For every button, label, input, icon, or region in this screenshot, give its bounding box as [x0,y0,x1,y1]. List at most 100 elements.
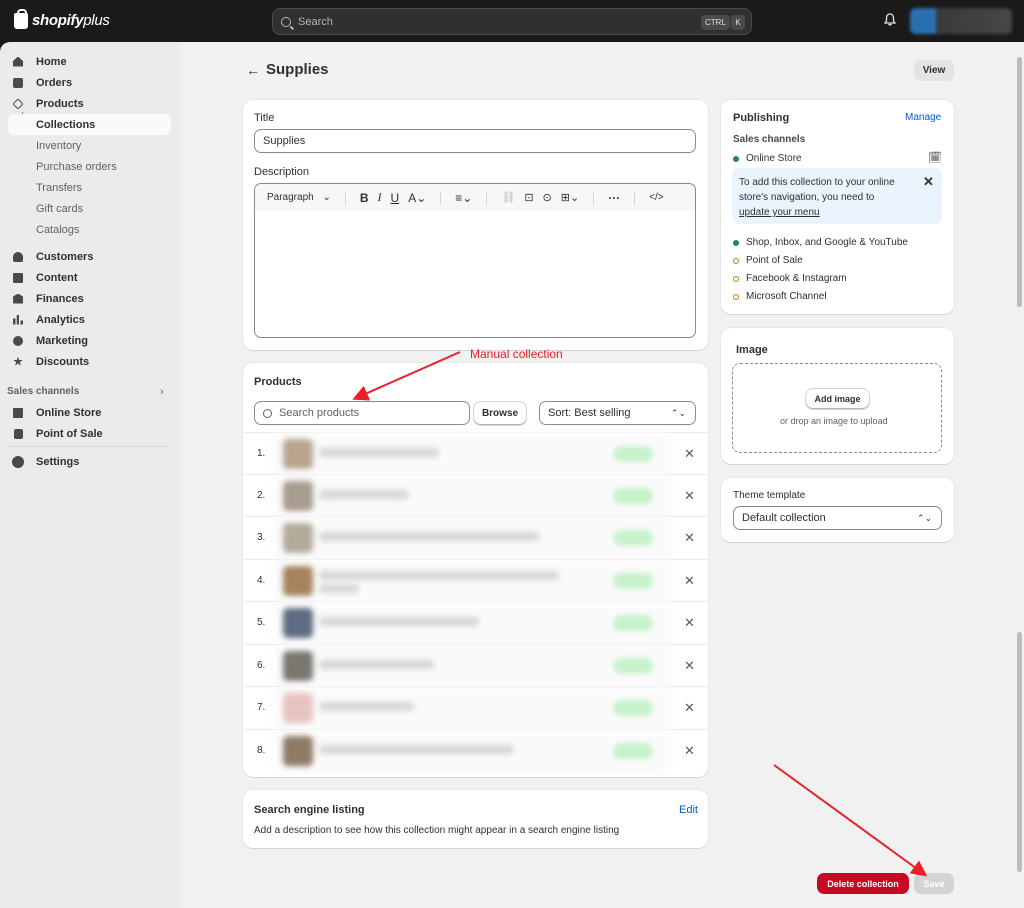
products-heading: Products [254,376,302,388]
sidebar-item-settings[interactable]: Settings [8,451,171,472]
table-row[interactable]: 6. ✕ [243,644,708,688]
browse-button[interactable]: Browse [474,402,526,425]
sidebar-item-catalogs[interactable]: Catalogs [8,219,171,240]
delete-collection-button[interactable]: Delete collection [817,873,909,894]
sidebar-item-analytics[interactable]: Analytics [8,309,171,330]
sidebar-item-discounts[interactable]: Discounts [8,351,171,372]
title-input[interactable]: Supplies [254,129,696,153]
seo-card [243,790,708,848]
sidebar-item-orders[interactable]: Orders [8,72,171,93]
sidebar-item-purchase-orders[interactable]: Purchase orders [8,156,171,177]
sales-channels-section-label[interactable]: Sales channels [7,386,79,397]
remove-product-icon[interactable]: ✕ [684,700,695,716]
scrollbar[interactable] [1014,42,1024,908]
search-products-input[interactable]: Search products [254,401,470,425]
home-icon [13,56,23,67]
sidebar-item-gift-cards[interactable]: Gift cards [8,198,171,219]
product-thumbnail [283,608,313,638]
paragraph-select[interactable]: Paragraph ⌄ [267,192,331,203]
link-icon[interactable]: ⛓ [501,191,515,204]
scrollbar-thumb-top[interactable] [1017,57,1022,307]
sidebar-item-inventory[interactable]: Inventory [8,135,171,156]
table-row[interactable]: 7. ✕ [243,686,708,730]
image-insert-icon[interactable]: ⊡ [524,191,533,204]
sidebar-item-label: Online Store [36,406,102,419]
remove-product-icon[interactable]: ✕ [684,446,695,462]
table-row[interactable]: 3. ✕ [243,516,708,560]
sidebar-item-transfers[interactable]: Transfers [8,177,171,198]
remove-product-icon[interactable]: ✕ [684,488,695,504]
italic-icon[interactable]: I [378,190,382,205]
status-badge [613,743,653,759]
remove-product-icon[interactable]: ✕ [684,573,695,589]
add-image-button[interactable]: Add image [806,389,869,409]
close-icon[interactable]: ✕ [923,174,934,190]
global-search-bar[interactable]: Search CTRL K [272,8,752,35]
product-thumbnail [283,693,313,723]
bold-icon[interactable]: B [360,191,369,205]
sidebar-item-customers[interactable]: Customers [8,246,171,267]
status-badge [613,615,653,631]
chevron-right-icon[interactable]: › [160,386,164,398]
channel-online-store: Online Store [733,153,802,164]
sidebar-item-home[interactable]: Home [8,51,171,72]
bar-chart-icon [13,314,23,325]
table-row[interactable]: 5. ✕ [243,601,708,645]
view-button[interactable]: View [914,60,954,81]
drop-image-text: or drop an image to upload [780,416,888,426]
calendar-schedule-icon[interactable]: 🗓 [928,151,942,164]
gear-icon [13,456,23,467]
sidebar-item-content[interactable]: Content [8,267,171,288]
manage-link[interactable]: Manage [905,112,941,123]
theme-template-select[interactable]: Default collection ⌃⌄ [733,506,942,530]
sidebar-item-label: Point of Sale [36,427,103,440]
remove-product-icon[interactable]: ✕ [684,530,695,546]
table-icon[interactable]: ⊞⌄ [561,191,579,204]
product-title-blurred [319,745,514,754]
remove-product-icon[interactable]: ✕ [684,615,695,631]
status-badge [613,530,653,546]
bell-icon[interactable] [884,13,896,26]
top-bar: shopifyplus Search CTRL K [0,0,1024,42]
product-title-blurred [319,702,414,711]
underline-icon[interactable]: U [391,191,400,205]
sidebar-item-online-store[interactable]: Online Store [8,402,171,423]
sidebar-item-label: Discounts [36,355,90,368]
description-editor[interactable]: Paragraph ⌄ B I U A⌄ ≡⌄ ⛓ ⊡ ⊙ ⊞⌄ ··· </> [254,183,696,338]
align-icon[interactable]: ≡⌄ [455,191,472,205]
sidebar-item-collections[interactable]: Collections [8,114,171,135]
table-row[interactable]: 1. ✕ [243,432,708,476]
page-title: Supplies [266,61,329,78]
sidebar-item-label: Home [36,55,67,68]
pos-icon [13,428,23,439]
more-icon[interactable]: ··· [608,191,620,205]
sidebar-item-products[interactable]: Products [8,93,171,114]
shopify-plus-logo[interactable]: shopifyplus [14,8,110,29]
product-thumbnail [283,651,313,681]
video-icon[interactable]: ⊙ [543,191,552,204]
code-view-icon[interactable]: </> [649,192,663,203]
table-row[interactable]: 4. ✕ [243,559,708,603]
sidebar-item-point-of-sale[interactable]: Point of Sale [8,423,171,444]
channel-facebook-instagram: Facebook & Instagram [733,273,847,284]
table-row[interactable]: 2. ✕ [243,474,708,518]
sales-channels-label: Sales channels [733,134,806,145]
sidebar-item-finances[interactable]: Finances [8,288,171,309]
product-title-blurred [319,490,409,499]
remove-product-icon[interactable]: ✕ [684,743,695,759]
sidebar-item-label: Collections [36,118,96,131]
save-button[interactable]: Save [914,873,954,894]
account-menu[interactable] [910,8,1012,34]
remove-product-icon[interactable]: ✕ [684,658,695,674]
sort-select[interactable]: Sort: Best selling ⌃⌄ [539,401,696,425]
sidebar-item-label: Analytics [36,313,85,326]
product-title-blurred [319,617,479,626]
sidebar-item-label: Orders [36,76,73,89]
table-row[interactable]: 8. ✕ [243,729,708,773]
scrollbar-thumb[interactable] [1017,632,1022,872]
update-menu-link[interactable]: update your menu [739,207,820,218]
back-arrow-icon[interactable]: ← [246,62,260,78]
sidebar-item-marketing[interactable]: Marketing [8,330,171,351]
seo-edit-link[interactable]: Edit [679,804,698,816]
text-color-icon[interactable]: A⌄ [408,191,426,205]
